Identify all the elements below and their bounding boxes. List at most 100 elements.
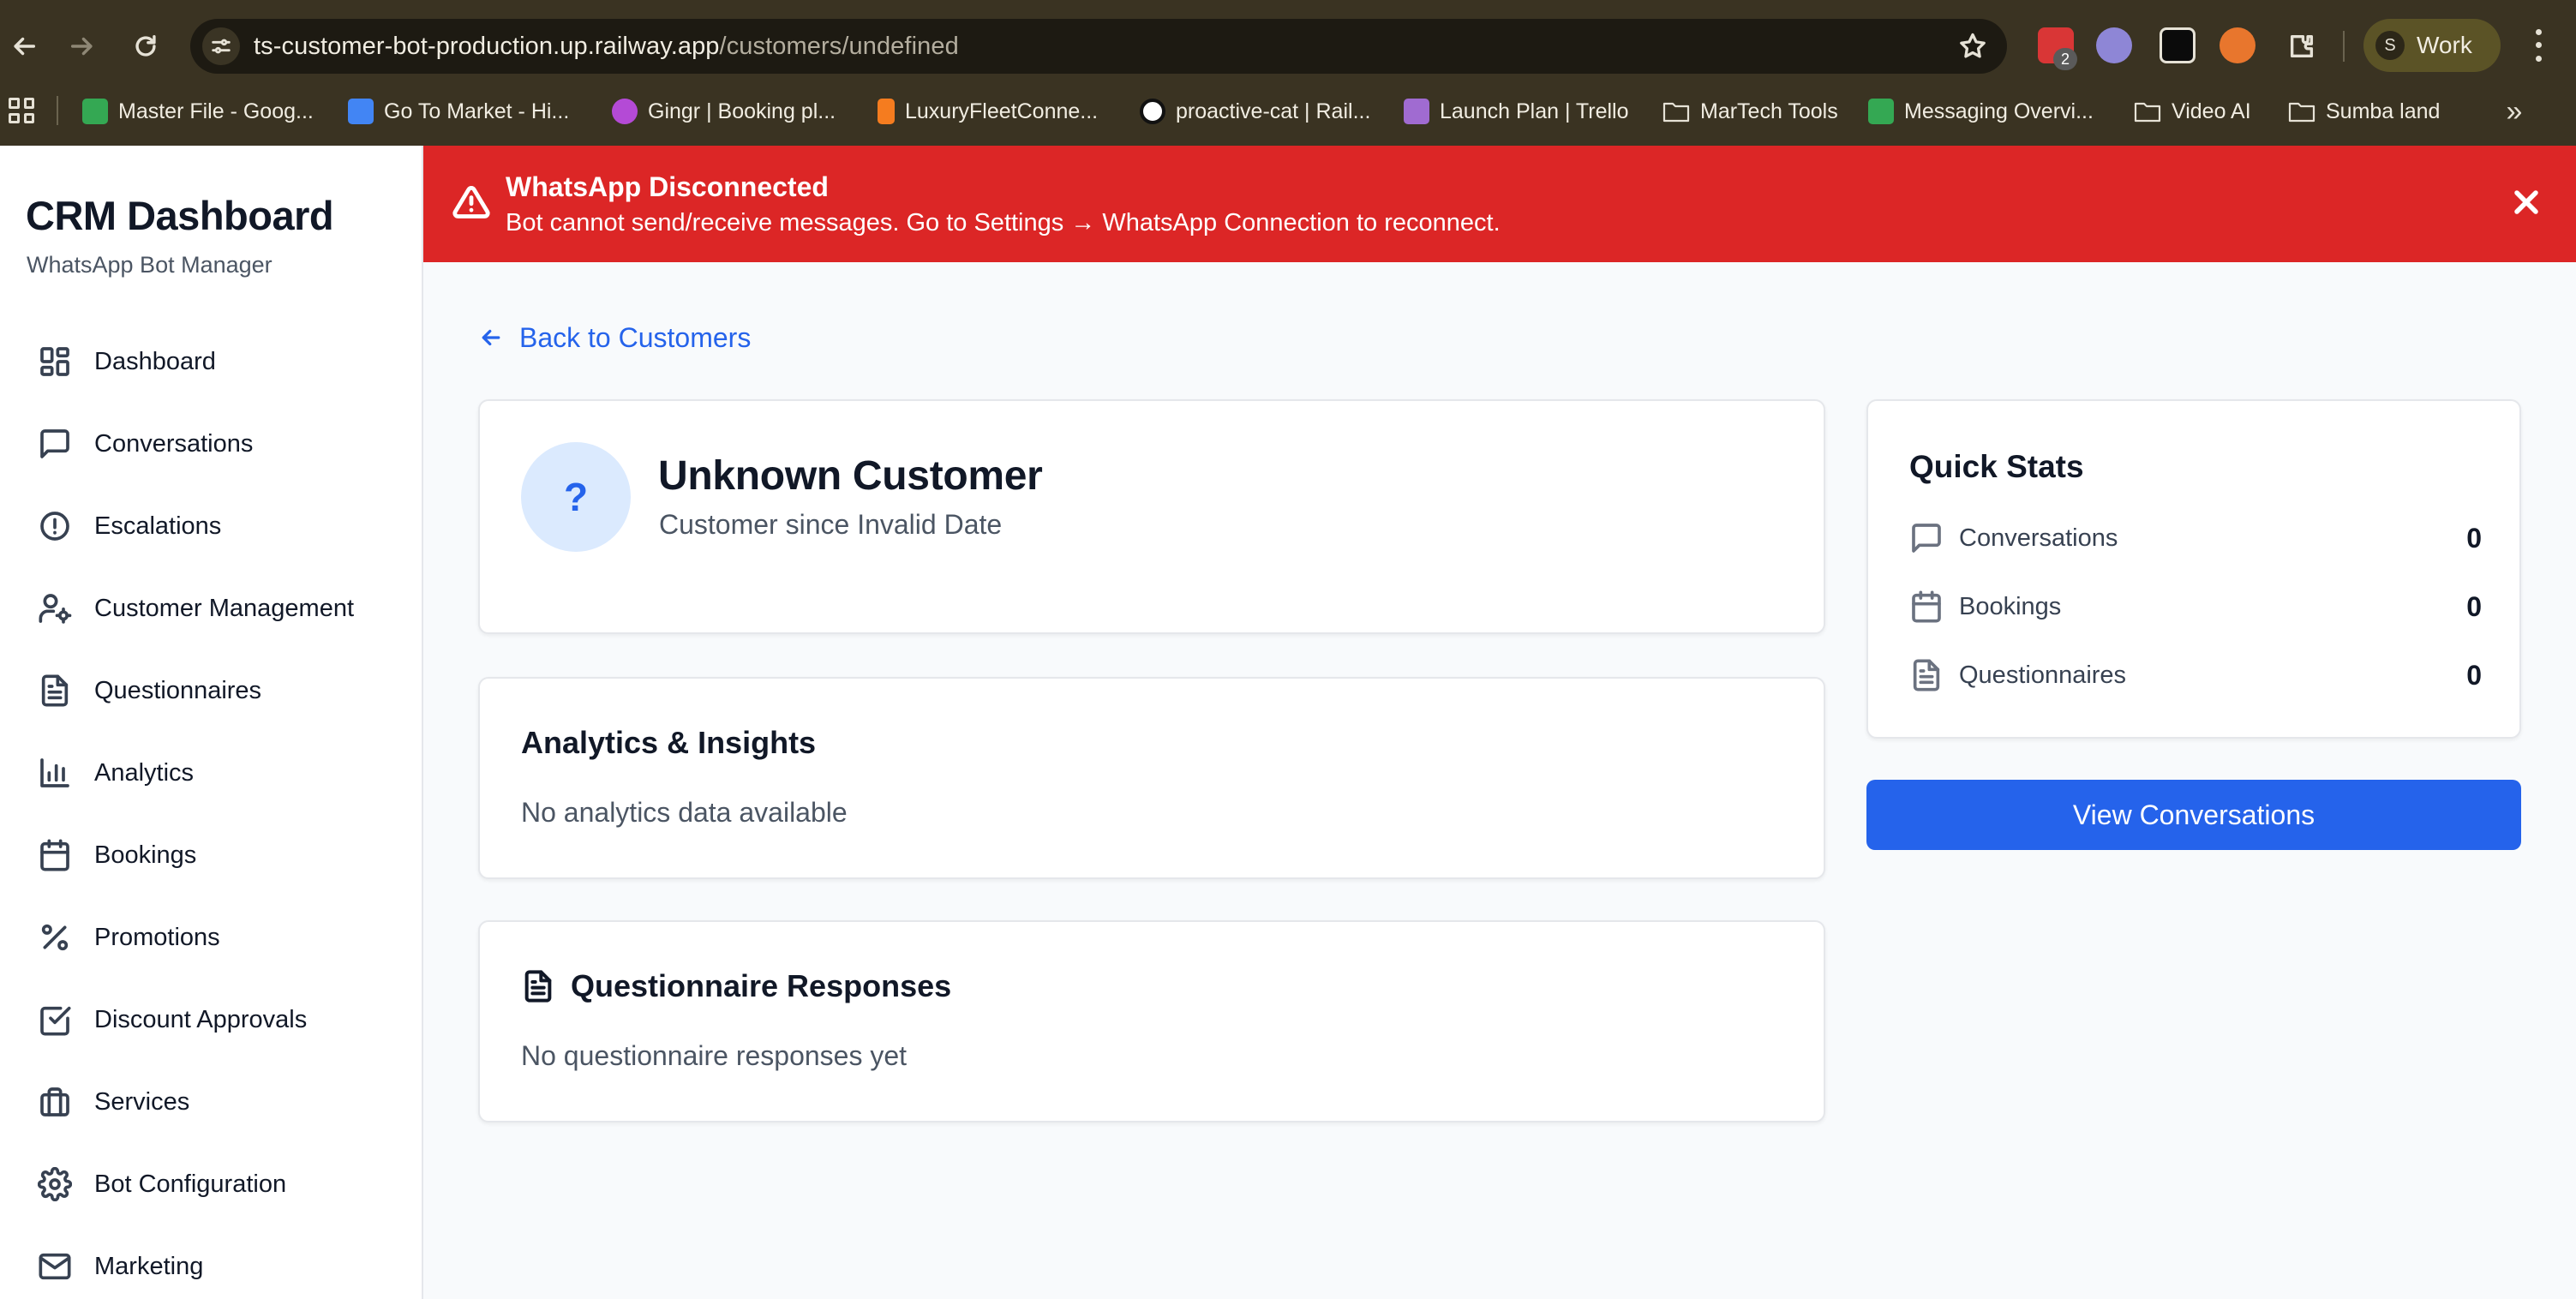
browser-menu-icon[interactable] — [2523, 26, 2554, 65]
sidebar-item-label: Promotions — [94, 923, 220, 951]
whatsapp-disconnected-alert: WhatsApp Disconnected Bot cannot send/re… — [423, 146, 2576, 262]
bookmarks-divider — [57, 96, 58, 125]
stat-label: Conversations — [1959, 524, 2118, 552]
bookmark-item[interactable]: Master File - Goog... — [82, 94, 314, 129]
bookmark-item[interactable]: Gingr | Booking pl... — [612, 94, 836, 129]
close-icon[interactable] — [2507, 183, 2545, 221]
folder-icon — [1662, 100, 1690, 123]
railway-icon — [1140, 99, 1165, 124]
sidebar-item-promotions[interactable]: Promotions — [21, 907, 403, 968]
calendar-icon — [1909, 590, 1944, 624]
sidebar-item-marketing[interactable]: Marketing — [21, 1236, 403, 1297]
stat-row-bookings: Bookings 0 — [1909, 588, 2482, 626]
bookmark-folder[interactable]: MarTech Tools — [1662, 94, 1838, 129]
extension-metamask-icon[interactable] — [2220, 27, 2255, 63]
bookmarks-overflow-icon[interactable]: » — [2497, 94, 2531, 129]
forward-arrow-icon[interactable] — [58, 22, 106, 70]
sidebar-item-label: Questionnaires — [94, 676, 262, 704]
percent-icon — [38, 920, 72, 955]
bookmark-folder[interactable]: Sumba land — [2288, 94, 2440, 129]
extension-lightning-icon[interactable] — [2160, 27, 2196, 63]
stat-label: Bookings — [1959, 592, 2062, 620]
view-conversations-button[interactable]: View Conversations — [1866, 780, 2521, 850]
bar-chart-icon — [38, 756, 72, 790]
sidebar-item-discount-approvals[interactable]: Discount Approvals — [21, 989, 403, 1051]
sidebar-item-label: Bot Configuration — [94, 1170, 287, 1198]
calendar-icon — [38, 838, 72, 872]
app-subtitle: WhatsApp Bot Manager — [27, 252, 273, 278]
browser-chrome: ts-customer-bot-production.up.railway.ap… — [0, 0, 2576, 146]
url-text: ts-customer-bot-production.up.railway.ap… — [254, 33, 959, 60]
stat-value: 0 — [2466, 590, 2482, 622]
message-square-icon — [38, 427, 72, 461]
stat-row-questionnaires: Questionnaires 0 — [1909, 656, 2482, 694]
arrow-left-icon — [478, 325, 504, 350]
sidebar-item-conversations[interactable]: Conversations — [21, 413, 403, 475]
bookmark-star-icon[interactable] — [1957, 31, 1988, 62]
questionnaire-header: Questionnaire Responses — [521, 968, 951, 1004]
apps-grid-icon[interactable] — [9, 98, 34, 123]
back-link-label: Back to Customers — [519, 321, 752, 353]
toolbar-separator — [2343, 31, 2345, 62]
sidebar-item-customer-management[interactable]: Customer Management — [21, 578, 403, 639]
extensions-puzzle-icon[interactable] — [2278, 22, 2326, 70]
customer-profile-card: ? Unknown Customer Customer since Invali… — [478, 399, 1825, 634]
back-arrow-icon[interactable] — [0, 22, 48, 70]
sidebar-item-dashboard[interactable]: Dashboard — [21, 331, 403, 392]
bookmark-item[interactable]: Launch Plan | Trello — [1404, 94, 1629, 129]
mail-icon — [38, 1249, 72, 1284]
sidebar-item-label: Discount Approvals — [94, 1005, 308, 1033]
site-info-icon[interactable] — [202, 27, 240, 65]
message-square-icon — [1909, 521, 1944, 555]
profile-avatar: S — [2375, 31, 2405, 60]
quick-stats-card: Quick Stats Conversations 0 Bookings 0 Q… — [1866, 399, 2521, 739]
stat-value: 0 — [2466, 659, 2482, 691]
address-bar[interactable]: ts-customer-bot-production.up.railway.ap… — [190, 19, 2007, 74]
bookmark-item[interactable]: proactive-cat | Rail... — [1140, 94, 1370, 129]
bookmarks-bar: Master File - Goog... Go To Market - Hi.… — [0, 91, 2576, 146]
sidebar-item-questionnaires[interactable]: Questionnaires — [21, 660, 403, 721]
bookmark-item[interactable]: LuxuryFleetConne... — [878, 94, 1098, 129]
sidebar-item-label: Conversations — [94, 429, 254, 458]
analytics-title: Analytics & Insights — [521, 725, 817, 760]
profile-name: Work — [2417, 32, 2472, 58]
sidebar-item-label: Bookings — [94, 841, 197, 869]
sidebar-item-services[interactable]: Services — [21, 1071, 403, 1133]
sidebar-item-label: Escalations — [94, 512, 222, 540]
customer-since: Customer since Invalid Date — [659, 509, 1003, 540]
analytics-card: Analytics & Insights No analytics data a… — [478, 677, 1825, 879]
bookmark-folder[interactable]: Video AI — [2134, 94, 2251, 129]
extension-badge: 2 — [2053, 48, 2077, 70]
quick-stats-title: Quick Stats — [1909, 449, 2084, 484]
luxuryfleet-icon — [878, 99, 895, 124]
sidebar-item-analytics[interactable]: Analytics — [21, 742, 403, 804]
trello-icon — [1404, 99, 1429, 124]
sidebar-item-label: Marketing — [94, 1252, 204, 1280]
alert-circle-icon — [38, 509, 72, 543]
settings-icon — [37, 1166, 73, 1202]
file-text-icon — [521, 969, 555, 1003]
briefcase-icon — [38, 1085, 72, 1119]
app-title: CRM Dashboard — [26, 193, 334, 238]
questionnaire-title: Questionnaire Responses — [571, 968, 952, 1003]
stat-label: Questionnaires — [1959, 661, 2127, 689]
extension-ghost-icon[interactable] — [2096, 27, 2132, 63]
sidebar-item-bot-configuration[interactable]: Bot Configuration — [21, 1153, 403, 1215]
sidebar-item-bookings[interactable]: Bookings — [21, 824, 403, 886]
profile-button[interactable]: S Work — [2363, 19, 2501, 72]
dashboard-icon — [38, 344, 72, 379]
sidebar-item-label: Dashboard — [94, 347, 216, 375]
stat-row-conversations: Conversations 0 — [1909, 519, 2482, 557]
warning-triangle-icon — [452, 183, 490, 221]
reload-icon[interactable] — [122, 22, 170, 70]
bookmark-item[interactable]: Go To Market - Hi... — [348, 94, 569, 129]
folder-icon — [2134, 100, 2161, 123]
avatar: ? — [521, 442, 631, 552]
sidebar-item-escalations[interactable]: Escalations — [21, 495, 403, 557]
folder-icon — [2288, 100, 2315, 123]
bookmark-item[interactable]: Messaging Overvi... — [1868, 94, 2094, 129]
questionnaire-responses-card: Questionnaire Responses No questionnaire… — [478, 920, 1825, 1122]
sidebar: CRM Dashboard WhatsApp Bot Manager Dashb… — [0, 146, 423, 1299]
browser-toolbar: ts-customer-bot-production.up.railway.ap… — [0, 0, 2576, 91]
back-to-customers-link[interactable]: Back to Customers — [478, 319, 751, 356]
